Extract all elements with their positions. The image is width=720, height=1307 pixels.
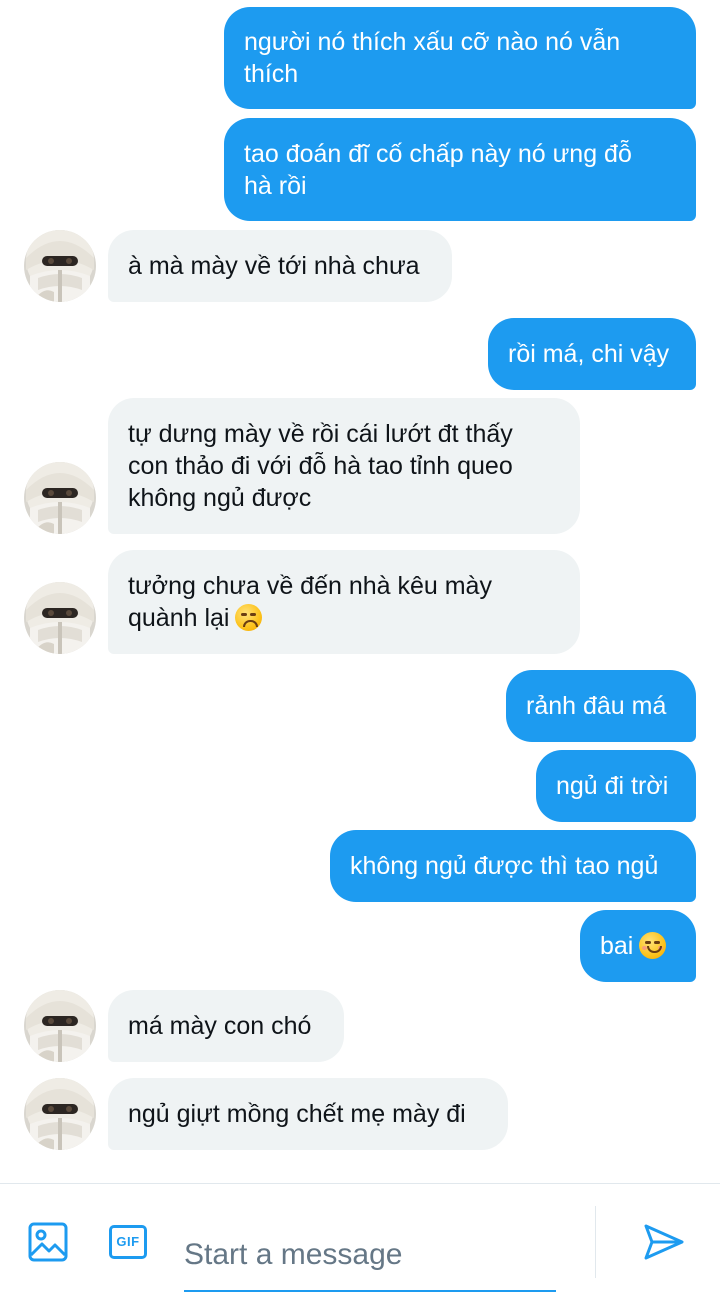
disappointed-face-icon bbox=[235, 604, 263, 631]
message-text: má mày con chó bbox=[128, 1012, 312, 1040]
message-text: người nó thích xấu cỡ nào nó vẫn thích bbox=[244, 28, 621, 88]
message-bubble-sent[interactable]: tao đoán đĩ cố chấp này nó ưng đỗ hà rồi bbox=[224, 118, 696, 221]
message-text: rảnh đâu má bbox=[526, 692, 667, 720]
message-bubble-sent[interactable]: rồi má, chi vậy bbox=[488, 318, 696, 390]
send-icon bbox=[644, 1224, 684, 1260]
message-text: ngủ giựt mồng chết mẹ mày đi bbox=[128, 1100, 466, 1128]
message-input[interactable] bbox=[184, 1220, 556, 1292]
smiling-face-icon bbox=[639, 932, 667, 959]
message-bubble-received[interactable]: má mày con chó bbox=[108, 990, 344, 1062]
add-image-button[interactable] bbox=[24, 1218, 72, 1266]
avatar[interactable] bbox=[24, 462, 96, 534]
avatar[interactable] bbox=[24, 230, 96, 302]
message-text: rồi má, chi vậy bbox=[508, 340, 670, 368]
message-text: không ngủ được thì tao ngủ bbox=[350, 852, 659, 880]
message-bubble-received[interactable]: à mà mày về tới nhà chưa bbox=[108, 230, 452, 302]
message-bubble-sent[interactable]: bai bbox=[580, 910, 696, 982]
divider bbox=[595, 1206, 596, 1278]
avatar[interactable] bbox=[24, 1078, 96, 1150]
avatar[interactable] bbox=[24, 990, 96, 1062]
message-composer: GIF bbox=[0, 1183, 720, 1307]
message-text: ngủ đi trời bbox=[556, 772, 669, 800]
avatar[interactable] bbox=[24, 582, 96, 654]
message-text: bai bbox=[600, 930, 667, 962]
message-bubble-sent[interactable]: ngủ đi trời bbox=[536, 750, 696, 822]
message-bubble-received[interactable]: ngủ giựt mồng chết mẹ mày đi bbox=[108, 1078, 508, 1150]
message-text: tưởng chưa về đến nhà kêu mày quành lại bbox=[128, 572, 492, 632]
add-gif-button[interactable]: GIF bbox=[104, 1218, 152, 1266]
message-text: à mà mày về tới nhà chưa bbox=[128, 252, 420, 280]
message-bubble-sent[interactable]: không ngủ được thì tao ngủ bbox=[330, 830, 696, 902]
message-bubble-received[interactable]: tự dưng mày về rồi cái lướt đt thấy con … bbox=[108, 398, 580, 534]
gif-icon: GIF bbox=[109, 1225, 147, 1259]
conversation: người nó thích xấu cỡ nào nó vẫn thích t… bbox=[0, 0, 720, 1180]
send-button[interactable] bbox=[638, 1218, 690, 1266]
message-bubble-sent[interactable]: rảnh đâu má bbox=[506, 670, 696, 742]
message-text: tao đoán đĩ cố chấp này nó ưng đỗ hà rồi bbox=[244, 139, 632, 200]
image-icon bbox=[28, 1222, 68, 1262]
message-bubble-sent[interactable]: người nó thích xấu cỡ nào nó vẫn thích bbox=[224, 7, 696, 109]
message-text: tự dưng mày về rồi cái lướt đt thấy con … bbox=[128, 420, 513, 512]
message-bubble-received[interactable]: tưởng chưa về đến nhà kêu mày quành lại bbox=[108, 550, 580, 654]
